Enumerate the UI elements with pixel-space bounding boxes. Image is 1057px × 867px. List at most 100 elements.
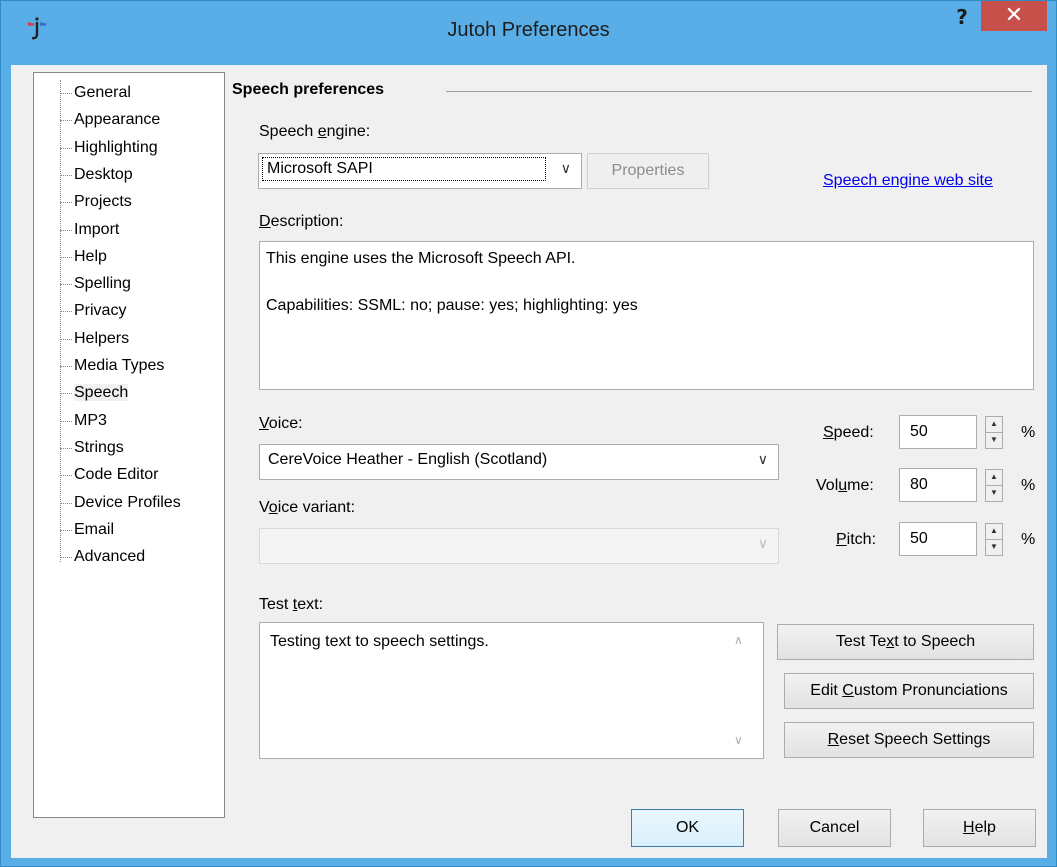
properties-button[interactable]: Properties xyxy=(587,153,709,189)
chevron-down-icon: ∨ xyxy=(757,451,768,467)
speed-input[interactable]: 50 xyxy=(899,415,977,449)
pitch-value: 50 xyxy=(910,530,928,547)
speech-engine-label: Speech engine: xyxy=(259,123,371,140)
tree-item-label: Speech xyxy=(74,384,129,402)
tree-item-projects[interactable]: Projects xyxy=(34,189,132,215)
tree-item-label: Code Editor xyxy=(74,466,159,484)
preferences-window: Jutoh Preferences ? ✕ General Appearance H… xyxy=(0,0,1057,867)
tree-item-label: MP3 xyxy=(74,411,107,429)
scroll-down-arrow-icon[interactable]: ∨ xyxy=(734,733,743,747)
speed-label: Speed: xyxy=(823,424,874,441)
tree-connector xyxy=(60,338,72,340)
voice-variant-select[interactable]: ∨ xyxy=(259,528,779,564)
tree-item-label: Privacy xyxy=(74,302,127,320)
volume-value: 80 xyxy=(910,476,928,493)
tree-connector xyxy=(60,256,72,258)
speech-engine-value: Microsoft SAPI xyxy=(262,157,546,181)
pitch-up-arrow-icon[interactable]: ▲ xyxy=(985,523,1003,540)
pitch-label: Pitch: xyxy=(836,531,877,548)
tree-item-label: Spelling xyxy=(74,275,131,293)
pitch-stepper[interactable]: ▲ ▼ xyxy=(985,523,1003,557)
tree-item-strings[interactable]: Strings xyxy=(34,435,124,461)
tree-item-helpers[interactable]: Helpers xyxy=(34,326,129,352)
voice-label: Voice: xyxy=(259,415,303,432)
tree-item-desktop[interactable]: Desktop xyxy=(34,162,133,188)
speed-stepper[interactable]: ▲ ▼ xyxy=(985,416,1003,450)
tree-connector xyxy=(60,366,72,367)
tree-item-speech[interactable]: Speech xyxy=(34,380,129,406)
test-text-to-speech-button[interactable]: Test Text to Speech xyxy=(777,624,1034,660)
tree-connector xyxy=(60,475,72,477)
volume-up-arrow-icon[interactable]: ▲ xyxy=(985,469,1003,486)
test-text-area[interactable]: Testing text to speech settings. ∧ ∨ xyxy=(259,622,764,759)
edit-custom-pronunciations-button[interactable]: Edit Custom Pronunciations xyxy=(784,673,1034,709)
category-tree[interactable]: General Appearance Highlighting Desktop Proj… xyxy=(33,72,225,818)
description-line-1: This engine uses the Microsoft Speech AP… xyxy=(266,250,576,267)
window-title: Jutoh Preferences xyxy=(447,19,610,41)
volume-down-arrow-icon[interactable]: ▼ xyxy=(985,485,1003,502)
tree-connector xyxy=(60,147,72,149)
cancel-button[interactable]: Cancel xyxy=(778,809,891,847)
tree-item-general[interactable]: General xyxy=(34,80,131,106)
tree-item-label: Advanced xyxy=(74,548,146,566)
tree-item-email[interactable]: Email xyxy=(34,517,114,543)
tree-item-privacy[interactable]: Privacy xyxy=(34,298,126,324)
tree-connector xyxy=(60,557,72,559)
tree-item-appearance[interactable]: Appearance xyxy=(34,107,160,133)
pitch-down-arrow-icon[interactable]: ▼ xyxy=(985,539,1003,556)
speed-up-arrow-icon[interactable]: ▲ xyxy=(985,416,1003,433)
speech-preferences-heading: Speech preferences xyxy=(232,81,385,98)
tree-connector xyxy=(60,202,72,204)
speech-engine-select[interactable]: Microsoft SAPI ∨ xyxy=(258,153,582,189)
tree-item-label: Device Profiles xyxy=(74,493,181,511)
description-label: Description: xyxy=(259,213,344,230)
tree-connector xyxy=(60,229,72,231)
speed-percent-label: % xyxy=(1021,424,1036,441)
pitch-input[interactable]: 50 xyxy=(899,522,977,556)
tree-item-label: Import xyxy=(74,220,120,238)
tree-connector xyxy=(60,502,72,504)
tree-connector xyxy=(60,120,72,122)
reset-speech-settings-button[interactable]: Reset Speech Settings xyxy=(784,722,1034,758)
chevron-down-icon: ∨ xyxy=(560,160,571,176)
tree-item-media-types[interactable]: Media Types xyxy=(34,353,164,379)
test-text-label: Test text: xyxy=(259,596,324,613)
dialog-body: General Appearance Highlighting Desktop Proj… xyxy=(11,65,1047,858)
volume-stepper[interactable]: ▲ ▼ xyxy=(985,469,1003,503)
tree-item-help[interactable]: Help xyxy=(34,244,107,270)
voice-select[interactable]: CereVoice Heather - English (Scotland) ∨ xyxy=(259,444,779,480)
tree-item-label: Helpers xyxy=(74,329,130,347)
tree-item-label: Highlighting xyxy=(74,138,158,156)
scroll-up-arrow-icon[interactable]: ∧ xyxy=(734,633,743,647)
description-textarea[interactable]: This engine uses the Microsoft Speech AP… xyxy=(259,241,1034,390)
help-button[interactable]: Help xyxy=(923,809,1036,847)
tree-item-mp3[interactable]: MP3 xyxy=(34,408,107,434)
tree-connector xyxy=(60,284,72,286)
title-bar: Jutoh Preferences ? ✕ xyxy=(1,1,1056,65)
pitch-percent-label: % xyxy=(1021,531,1036,548)
tree-item-label: Strings xyxy=(74,438,124,456)
volume-label: Volume: xyxy=(816,477,874,494)
ok-button[interactable]: OK xyxy=(631,809,744,847)
tree-item-code-editor[interactable]: Code Editor xyxy=(34,462,159,488)
tree-item-label: Media Types xyxy=(74,357,165,374)
speed-down-arrow-icon[interactable]: ▼ xyxy=(985,432,1003,449)
speech-engine-website-link[interactable]: Speech engine web site xyxy=(823,172,993,190)
tree-item-highlighting[interactable]: Highlighting xyxy=(34,135,158,161)
volume-input[interactable]: 80 xyxy=(899,468,977,502)
context-help-button[interactable]: ? xyxy=(949,5,975,35)
tree-connector xyxy=(60,93,72,94)
tree-item-advanced[interactable]: Advanced xyxy=(34,544,145,570)
tree-item-spelling[interactable]: Spelling xyxy=(34,271,131,297)
tree-connector xyxy=(60,311,72,313)
volume-percent-label: % xyxy=(1021,477,1036,494)
tree-item-label: General xyxy=(74,84,131,101)
tree-connector xyxy=(60,174,72,176)
close-button[interactable]: ✕ xyxy=(981,1,1047,31)
tree-item-label: Help xyxy=(74,247,107,265)
voice-value: CereVoice Heather - English (Scotland) xyxy=(268,451,548,468)
tree-item-device-profiles[interactable]: Device Profiles xyxy=(34,490,181,516)
voice-variant-label: Voice variant: xyxy=(259,499,356,516)
tree-item-import[interactable]: Import xyxy=(34,217,119,243)
tree-connector xyxy=(60,447,72,449)
